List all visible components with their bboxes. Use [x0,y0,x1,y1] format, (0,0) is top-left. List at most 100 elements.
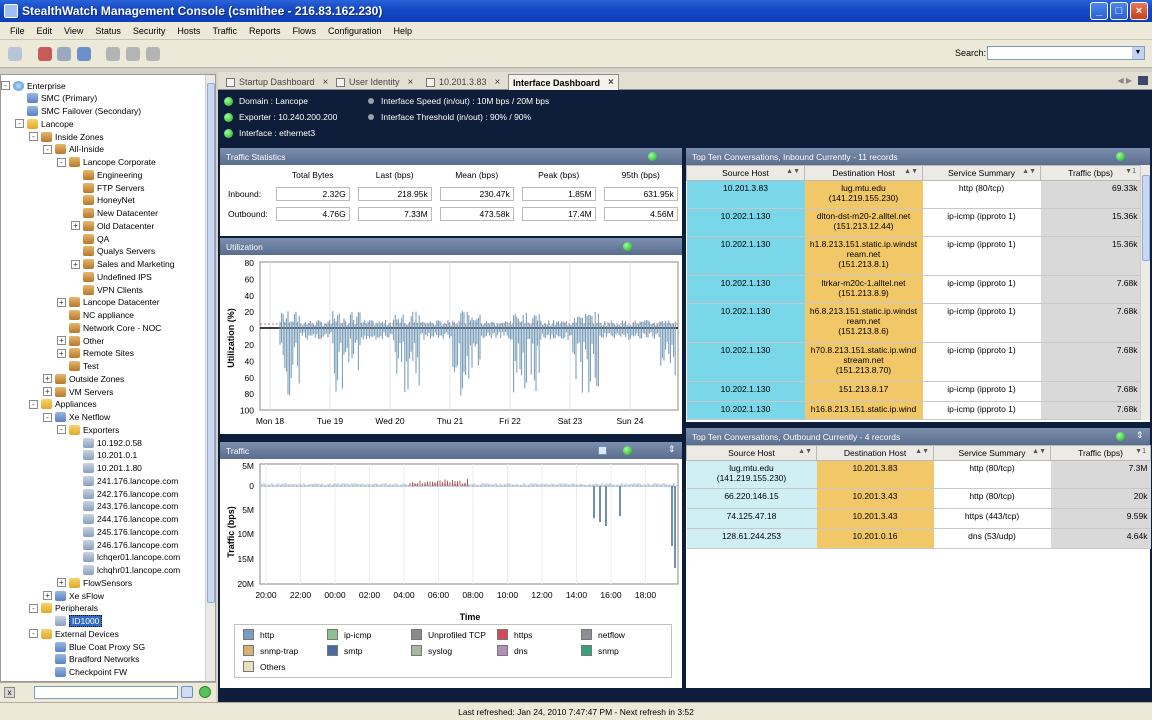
menu-security[interactable]: Security [133,26,166,36]
tree-node[interactable]: 241.176.lancope.com [83,474,178,487]
service-cell[interactable]: http (80/tcp) [933,488,1051,509]
source-host-cell[interactable]: 74.125.47.18 [686,508,817,529]
column-header-traffic[interactable]: Traffic (bps) ▼1 [1040,165,1141,181]
collapse-icon[interactable]: - [15,119,24,129]
chevron-down-icon[interactable]: ▼ [1132,47,1144,59]
traffic-cell[interactable]: 4.64k [1050,528,1151,549]
menu-traffic[interactable]: Traffic [212,26,237,36]
source-host-cell[interactable]: 10.202.1.130 [686,381,805,402]
traffic-cell[interactable]: 7.68k [1040,381,1141,402]
service-cell[interactable]: ip-icmp (ipproto 1) [922,303,1041,343]
collapse-icon[interactable]: - [1,81,10,90]
tree-filter-input[interactable] [34,686,178,699]
legend-item[interactable]: ip-icmp [327,629,371,640]
collapse-icon[interactable]: - [57,157,66,167]
tree-node[interactable]: SMC (Primary) [27,92,97,105]
legend-item[interactable]: syslog [411,645,452,656]
tree-node[interactable]: Blue Coat Proxy SG [55,640,145,653]
column-header-service-summary[interactable]: Service Summary ▲▼ [933,445,1051,461]
menu-edit[interactable]: Edit [37,26,53,36]
source-host-cell[interactable]: 128.61.244.253 [686,528,817,549]
tree-node[interactable]: Bradford Networks [55,653,139,666]
source-host-cell[interactable]: 10.202.1.130 [686,208,805,237]
tab-scroll-arrows[interactable]: ◀ ▶ [1117,76,1132,85]
host-icon[interactable] [106,47,120,61]
go-icon[interactable] [199,686,211,698]
expand-icon[interactable]: + [57,578,66,588]
collapse-icon[interactable]: - [57,425,66,435]
table-row[interactable]: 10.201.3.83 lug.mtu.edu (141.219.155.230) h… [686,180,1141,209]
table-row[interactable]: 74.125.47.18 10.201.3.43 https (443/tcp) 9.… [686,508,1151,529]
refresh-icon[interactable] [623,446,632,455]
refresh-icon[interactable] [1116,432,1125,441]
tree-node[interactable]: 245.176.lancope.com [83,525,178,538]
service-cell[interactable]: ip-icmp (ipproto 1) [922,208,1041,237]
tree-node[interactable]: lchqer01.lancope.com [83,551,180,564]
menu-configuration[interactable]: Configuration [328,26,382,36]
tree-node[interactable]: + Xe sFlow [43,589,104,602]
column-header-source-host[interactable]: Source Host ▲▼ [686,445,817,461]
tree-node[interactable]: NC appliance [69,309,134,322]
service-cell[interactable]: ip-icmp (ipproto 1) [922,342,1041,382]
menu-view[interactable]: View [64,26,83,36]
tree-node[interactable]: + Other [57,334,104,347]
service-cell[interactable]: ip-icmp (ipproto 1) [922,381,1041,402]
tree-node[interactable]: lchqhr01.lancope.com [83,564,180,577]
tree-node[interactable]: Network Core - NOC [69,321,161,334]
back-icon[interactable] [181,686,193,698]
alarm-icon[interactable] [38,47,52,61]
tree-scrollbar[interactable] [205,75,215,681]
close-button[interactable]: × [1130,2,1148,20]
tree-node[interactable]: Qualys Servers [83,245,155,258]
traffic-cell[interactable]: 9.59k [1050,508,1151,529]
destination-host-cell[interactable]: h70.8.213.151.static.ip.wind stream.net (1… [804,342,923,382]
destination-host-cell[interactable]: 10.201.3.83 [816,460,934,489]
traffic-cell[interactable]: 15.36k [1040,236,1141,276]
tree-node[interactable]: 10.192.0.58 [83,436,142,449]
tree-node[interactable]: + Old Datacenter [71,219,154,232]
tree-node[interactable]: New Datacenter [83,207,158,220]
tree-node[interactable]: - Appliances [29,398,97,411]
legend-item[interactable]: snmp-trap [243,645,298,656]
traffic-cell[interactable]: 7.3M [1050,460,1151,489]
menu-hosts[interactable]: Hosts [177,26,200,36]
refresh-icon[interactable] [648,152,657,161]
tree-node[interactable]: + FlowSensors [57,576,132,589]
menu-flows[interactable]: Flows [292,26,316,36]
destination-host-cell[interactable]: dlton-dst-m20-2.alltel.net (151.213.12.44… [804,208,923,237]
destination-host-cell[interactable]: 151.213.8.17 [804,381,923,402]
legend-item[interactable]: dns [497,645,528,656]
legend-item[interactable]: https [497,629,532,640]
clear-icon[interactable]: x [4,687,15,698]
host-group-icon[interactable] [126,47,140,61]
tree-node[interactable]: ID1000 [55,615,103,628]
menu-file[interactable]: File [10,26,25,36]
tree-node[interactable]: 10.201.1.80 [83,462,142,475]
tools-icon[interactable] [146,47,160,61]
destination-host-cell[interactable]: lug.mtu.edu (141.219.155.230) [804,180,923,209]
traffic-cell[interactable]: 7.68k [1040,401,1141,420]
tree-node[interactable]: Engineering [83,168,142,181]
collapse-icon[interactable]: - [29,629,38,639]
tree-node[interactable]: 242.176.lancope.com [83,487,178,500]
traffic-cell[interactable]: 7.68k [1040,275,1141,304]
tree-node[interactable]: + Outside Zones [43,372,124,385]
tree-node[interactable]: - Inside Zones [29,130,104,143]
expand-icon[interactable]: + [71,221,80,231]
service-cell[interactable]: dns (53/udp) [933,528,1051,549]
tab-startup-dashboard[interactable]: Startup Dashboard × [222,74,332,90]
menu-status[interactable]: Status [95,26,121,36]
home-icon[interactable] [8,47,22,61]
traffic-cell[interactable]: 7.68k [1040,303,1141,343]
minimize-button[interactable]: _ [1090,2,1108,20]
legend-item[interactable]: Others [243,661,286,672]
tree-node[interactable]: + Sales and Marketing [71,258,175,271]
collapse-icon[interactable]: - [29,603,38,613]
expand-icon[interactable]: + [43,387,52,396]
tree-node[interactable]: 243.176.lancope.com [83,500,178,513]
tree-node[interactable]: 244.176.lancope.com [83,513,178,526]
column-header-destination-host[interactable]: Destination Host ▲▼ [804,165,923,181]
table-row[interactable]: 10.202.1.130 h6.8.213.151.static.ip.winds… [686,303,1141,343]
expand-icon[interactable]: + [57,297,66,307]
refresh-icon[interactable] [623,242,632,251]
